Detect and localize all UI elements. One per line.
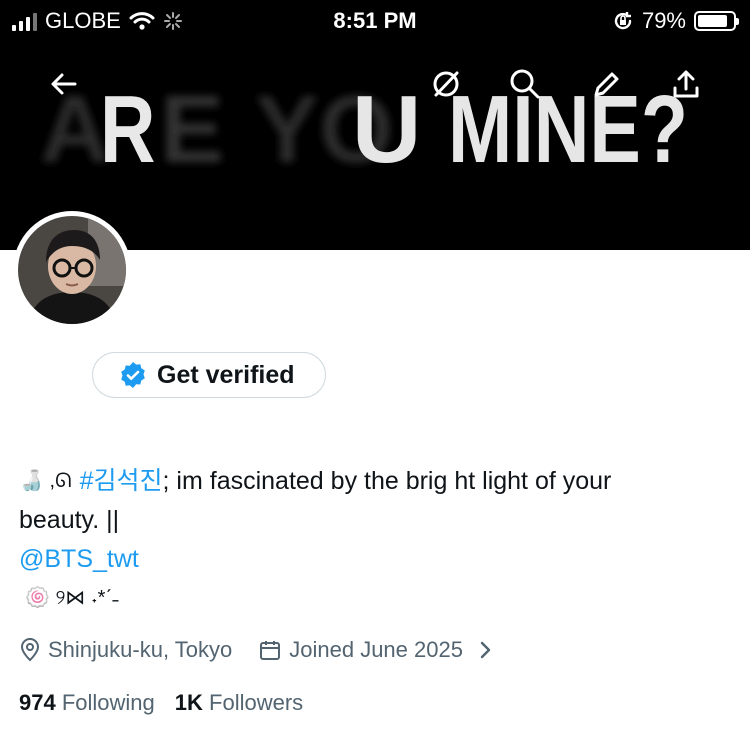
search-icon <box>510 69 540 99</box>
location-pin-icon <box>20 638 40 662</box>
battery-icon <box>694 11 739 31</box>
back-arrow-icon <box>51 73 77 95</box>
svg-text:MINE?: MINE? <box>448 76 688 180</box>
mention-link[interactable]: @BTS_twt <box>19 540 139 579</box>
following-link[interactable]: 974 Following <box>19 690 155 716</box>
bio-text-line1: ; im fascinated by the brig ht light of … <box>162 467 612 495</box>
chevron-right-icon[interactable] <box>479 640 493 660</box>
battery-percent: 79% <box>641 8 686 33</box>
status-bar: GLOBE 8:51 PM 79% <box>0 0 750 42</box>
bio-emoji-prefix: 🍶 ,ᘏ <box>19 470 72 492</box>
following-count: 974 <box>19 690 56 715</box>
location-text: Shinjuku-ku, Tokyo <box>48 637 233 662</box>
following-label: Following <box>61 690 155 715</box>
joined-text: Joined June 2025 <box>289 637 463 662</box>
avatar[interactable] <box>13 211 131 329</box>
share-button[interactable] <box>666 64 706 104</box>
search-button[interactable] <box>505 64 545 104</box>
verified-badge-icon <box>121 362 145 388</box>
joined-date: Joined June 2025 <box>258 637 463 663</box>
grok-button[interactable] <box>426 64 466 104</box>
edit-button[interactable] <box>587 64 627 104</box>
bio-text-line2: beauty. || <box>19 506 120 534</box>
profile-photo <box>18 216 126 324</box>
profile-meta: Shinjuku-ku, Tokyo Joined June 2025 <box>19 633 493 667</box>
svg-text:U: U <box>352 76 421 180</box>
follow-stats: 974 Following 1K Followers <box>19 690 303 716</box>
orientation-lock-icon <box>614 12 632 30</box>
calendar-icon <box>260 641 281 660</box>
profile-bio: 🍶 ,ᘏ #김석진 ; im fascinated by the brig ht… <box>19 462 699 618</box>
grok-icon <box>433 71 459 97</box>
banner-artwork: A R E YO U MINE? <box>40 76 688 180</box>
svg-text:R: R <box>100 76 155 180</box>
svg-text:E: E <box>160 76 224 180</box>
hashtag-link[interactable]: #김석진 <box>80 462 163 501</box>
back-button[interactable] <box>44 64 84 104</box>
bio-decoration: 🍥 ୨⋈ ˖*ˊ˗ <box>25 587 119 609</box>
share-icon <box>673 70 699 98</box>
followers-link[interactable]: 1K Followers <box>175 690 303 716</box>
edit-icon <box>594 72 619 97</box>
followers-count: 1K <box>174 690 203 715</box>
location: Shinjuku-ku, Tokyo <box>19 637 232 663</box>
get-verified-button[interactable]: Get verified <box>92 352 326 398</box>
get-verified-label: Get verified <box>157 360 295 389</box>
followers-label: Followers <box>209 690 304 715</box>
